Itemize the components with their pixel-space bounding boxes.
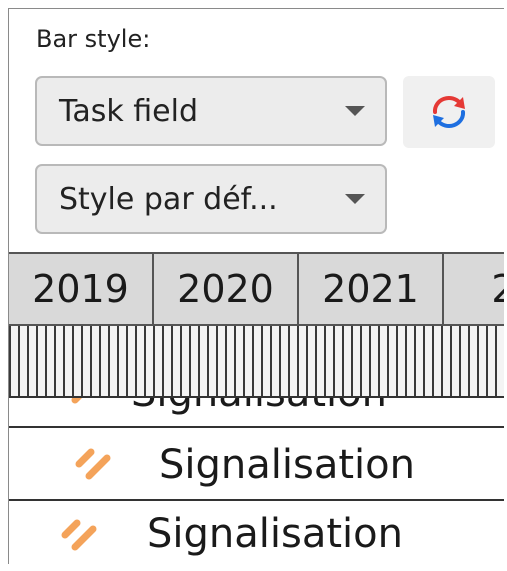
list-item-label: Signalisation [131,398,387,416]
list-item[interactable]: Signalisation [9,398,504,428]
list-item[interactable]: Signalisation [9,428,504,501]
list-item[interactable]: Signalisation [9,501,504,564]
year-header-2022: 20 [444,254,504,324]
chevron-down-icon [345,194,365,204]
chevron-down-icon [345,106,365,116]
year-header-2020: 2020 [154,254,299,324]
bar-style-combobox-value: Task field [59,93,199,129]
refresh-arrows-icon [432,96,466,128]
diagonal-bars-icon [71,398,82,404]
bar-style-label: Bar style: [36,25,151,53]
diagonal-bars-icon [75,448,111,480]
timeline-header: 2019 2020 2021 20 [9,252,504,326]
diagonal-bars-icon [61,519,97,551]
list-item-label: Signalisation [159,442,415,488]
bar-style-panel: Bar style: Task field Style par déf... 2… [8,8,504,564]
year-header-2021: 2021 [299,254,444,324]
year-header-2019: 2019 [9,254,154,324]
timeline-subdivision-ticks [9,326,504,398]
bar-style-combobox[interactable]: Task field [35,76,387,146]
refresh-button[interactable] [403,76,495,148]
style-combobox[interactable]: Style par déf... [35,164,387,234]
list-item-label: Signalisation [147,511,403,557]
style-combobox-value: Style par déf... [59,181,278,217]
